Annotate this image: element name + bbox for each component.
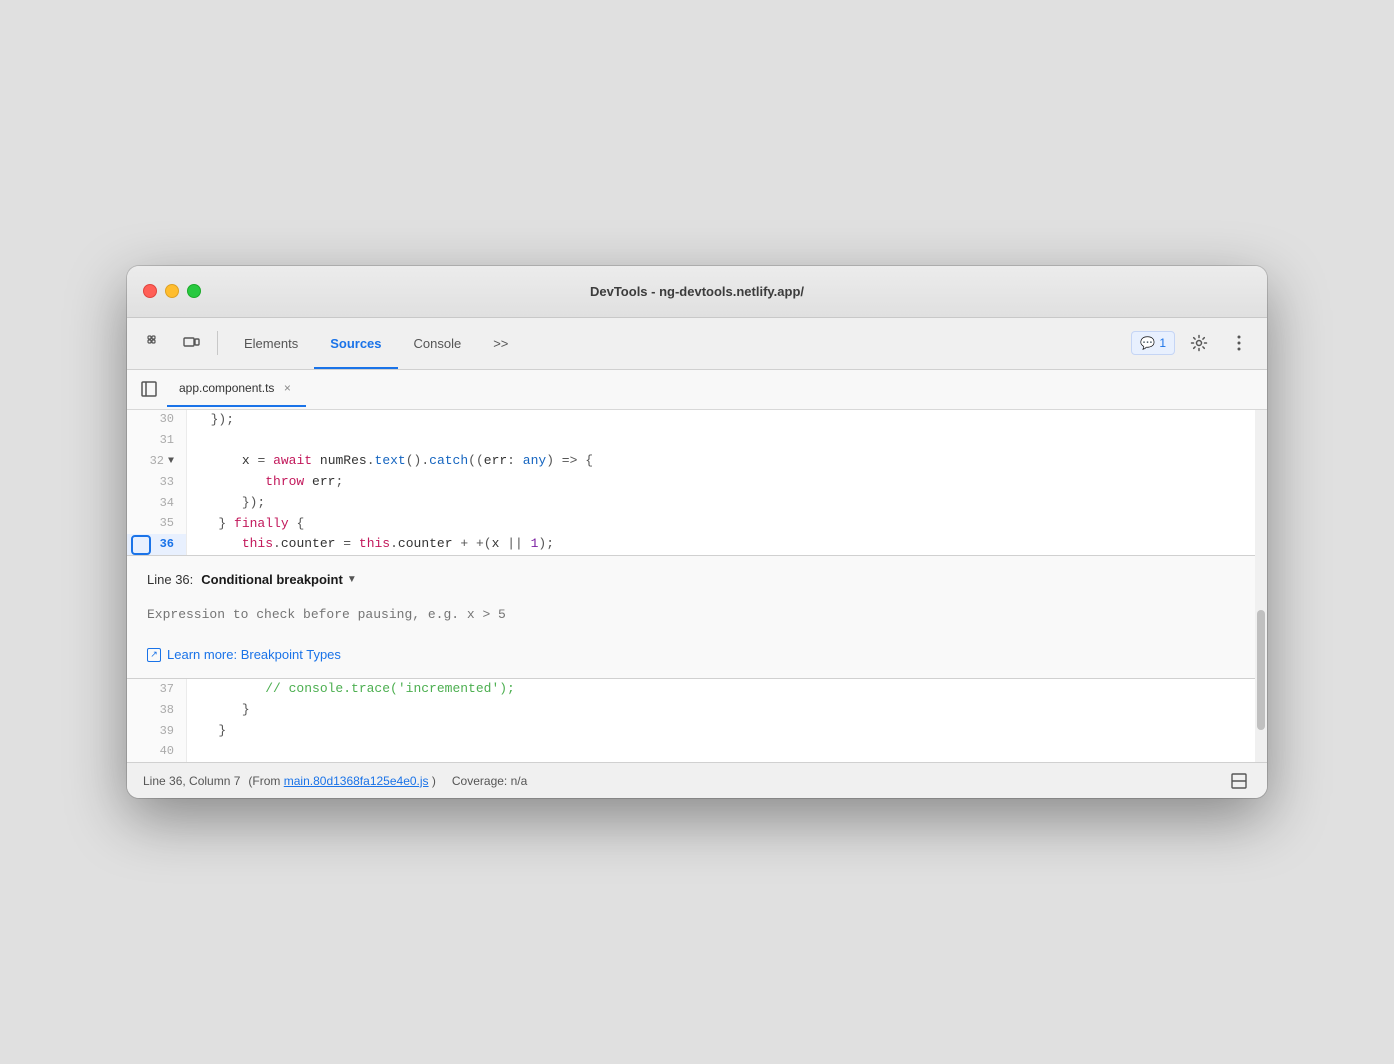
- status-bar: Line 36, Column 7 (From main.80d1368fa12…: [127, 762, 1267, 798]
- line-content-active: this.counter = this.counter + +(x || 1);: [187, 534, 1255, 555]
- breakpoint-header: Line 36: Conditional breakpoint ▼: [147, 572, 1235, 587]
- inspect-element-button[interactable]: [139, 327, 171, 359]
- table-row: 31: [127, 430, 1255, 451]
- table-row: 34 });: [127, 493, 1255, 514]
- breakpoint-line-label: Line 36:: [147, 572, 193, 587]
- breakpoint-type-select[interactable]: Conditional breakpoint ▼: [201, 572, 356, 587]
- vertical-scrollbar[interactable]: [1255, 410, 1267, 763]
- main-toolbar: Elements Sources Console >> 💬 1: [127, 318, 1267, 370]
- maximize-button[interactable]: [187, 284, 201, 298]
- table-row: 32 ▼ x = await numRes.text().catch((err:…: [127, 451, 1255, 472]
- cursor-position: Line 36, Column 7: [143, 774, 240, 788]
- toolbar-separator: [217, 331, 218, 355]
- settings-button[interactable]: [1183, 327, 1215, 359]
- window-title: DevTools - ng-devtools.netlify.app/: [590, 284, 804, 299]
- code-table-after: 37 // console.trace('incremented'); 38 }…: [127, 679, 1255, 762]
- line-content: throw err;: [187, 472, 1255, 493]
- tab-console[interactable]: Console: [398, 317, 478, 369]
- gear-icon: [1190, 334, 1208, 352]
- line-number: 32 ▼: [127, 451, 187, 472]
- panel-icon: [140, 380, 158, 398]
- line-content: [187, 430, 1255, 451]
- traffic-lights: [143, 284, 201, 298]
- line-content: x = await numRes.text().catch((err: any)…: [187, 451, 1255, 472]
- source-file-link[interactable]: main.80d1368fa125e4e0.js: [284, 774, 429, 788]
- devtools-window: DevTools - ng-devtools.netlify.app/ Elem…: [127, 266, 1267, 799]
- layout-icon: [1231, 773, 1247, 789]
- line-number: 38: [127, 700, 187, 721]
- code-lines[interactable]: 30 }); 31 32 ▼: [127, 410, 1255, 763]
- external-link-icon: [147, 648, 161, 662]
- file-tab-app-component[interactable]: app.component.ts ×: [167, 371, 306, 407]
- tab-more[interactable]: >>: [477, 317, 524, 369]
- line-content: });: [187, 410, 1255, 431]
- line-number: 34: [127, 493, 187, 514]
- table-row: 37 // console.trace('incremented');: [127, 679, 1255, 700]
- tab-sources[interactable]: Sources: [314, 317, 397, 369]
- device-icon: [182, 334, 200, 352]
- more-tabs-icon: >>: [493, 336, 508, 351]
- line-content: } finally {: [187, 514, 1255, 535]
- table-row: 30 });: [127, 410, 1255, 431]
- console-badge-button[interactable]: 💬 1: [1131, 331, 1175, 355]
- line-content: });: [187, 493, 1255, 514]
- line-number: 40: [127, 742, 187, 763]
- more-options-button[interactable]: [1223, 327, 1255, 359]
- line-number: 37: [127, 679, 187, 700]
- coverage-label: Coverage: n/a: [452, 774, 527, 788]
- main-tabs: Elements Sources Console >>: [228, 317, 1127, 369]
- line-number: 30: [127, 410, 187, 431]
- table-row: 40: [127, 742, 1255, 763]
- title-bar: DevTools - ng-devtools.netlify.app/: [127, 266, 1267, 318]
- line-content: [187, 742, 1255, 763]
- code-area: 30 }); 31 32 ▼: [127, 410, 1267, 763]
- table-row: 35 } finally {: [127, 514, 1255, 535]
- table-row: 33 throw err;: [127, 472, 1255, 493]
- device-toolbar-button[interactable]: [175, 327, 207, 359]
- chat-icon: 💬: [1140, 336, 1155, 350]
- breakpoint-popup: Line 36: Conditional breakpoint ▼ Learn …: [127, 555, 1255, 679]
- breakpoint-learn-more: Learn more: Breakpoint Types: [147, 647, 1235, 662]
- table-row: 39 }: [127, 721, 1255, 742]
- toolbar-right: 💬 1: [1131, 327, 1255, 359]
- file-tab-close-button[interactable]: ×: [280, 381, 294, 395]
- scrollbar-thumb[interactable]: [1257, 610, 1265, 730]
- cursor-icon: [146, 334, 164, 352]
- breakpoint-expression-input[interactable]: [147, 599, 1235, 631]
- sidebar-toggle-button[interactable]: [135, 375, 163, 403]
- line-number: 39: [127, 721, 187, 742]
- source-info: (From main.80d1368fa125e4e0.js ): [248, 774, 435, 788]
- table-row: 38 }: [127, 700, 1255, 721]
- dots-vertical-icon: [1237, 335, 1241, 351]
- line-number-active: 36: [127, 534, 187, 555]
- file-tab-name: app.component.ts: [179, 381, 274, 395]
- line-number: 31: [127, 430, 187, 451]
- learn-more-link[interactable]: Learn more: Breakpoint Types: [167, 647, 341, 662]
- line-number: 33: [127, 472, 187, 493]
- quick-source-button[interactable]: [1227, 769, 1251, 793]
- line-content: }: [187, 721, 1255, 742]
- code-table: 30 }); 31 32 ▼: [127, 410, 1255, 556]
- code-container: 30 }); 31 32 ▼: [127, 410, 1255, 763]
- file-tab-bar: app.component.ts ×: [127, 370, 1267, 410]
- line-content: }: [187, 700, 1255, 721]
- tab-elements[interactable]: Elements: [228, 317, 314, 369]
- status-right-icons: [1227, 769, 1251, 793]
- table-row: 36 this.counter = this.counter + +(x || …: [127, 534, 1255, 555]
- minimize-button[interactable]: [165, 284, 179, 298]
- close-button[interactable]: [143, 284, 157, 298]
- line-number: 35: [127, 514, 187, 535]
- line-content: // console.trace('incremented');: [187, 679, 1255, 700]
